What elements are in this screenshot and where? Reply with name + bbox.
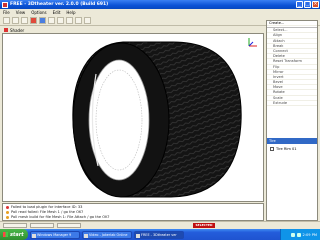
taskbar-item-active[interactable]: FREE - 3Dtheater ver (134, 230, 184, 239)
save-icon[interactable] (21, 17, 28, 24)
taskbar: start Windows Manager 9 Video - Jokerlab… (0, 229, 320, 240)
log-text: Poll mesh build for file Mesh 1: File At… (11, 215, 110, 219)
start-label: start (10, 231, 24, 238)
warning-icon (6, 211, 9, 214)
taskbar-item[interactable]: Windows Manager 9 (30, 230, 80, 239)
viewport-close-icon[interactable] (4, 28, 8, 32)
windows-logo-icon (3, 232, 8, 237)
menu-help[interactable]: Help (66, 10, 75, 15)
menu-file[interactable]: File (3, 10, 10, 15)
error-icon (6, 206, 9, 209)
taskbar-item[interactable]: Video - Jokerlab Online (82, 230, 132, 239)
tire-model (72, 41, 242, 198)
status-field (30, 223, 54, 228)
status-bar: SELECTED MODE (0, 221, 320, 232)
panel-header: Tire (267, 138, 317, 144)
pan-icon[interactable] (75, 17, 82, 24)
volume-icon[interactable] (296, 232, 301, 237)
visibility-checkbox[interactable] (270, 147, 274, 151)
start-button[interactable]: start (0, 229, 28, 240)
side-panel: Create... Select... Align Attach Break C… (266, 20, 318, 221)
warning-icon (6, 216, 9, 219)
scale-tool-icon[interactable] (57, 17, 64, 24)
message-log: Failed to load plugin for interface ID: … (2, 203, 264, 221)
move-tool-icon[interactable] (39, 17, 46, 24)
axis-gizmo-icon (248, 38, 257, 47)
clock[interactable]: 2:09 PM (303, 233, 317, 237)
selected-mode-badge[interactable]: SELECTED MODE (193, 223, 215, 232)
menu-edit[interactable]: Edit (53, 10, 61, 15)
window-title: FREE - 3Dtheater ver. 2.0.0 (Build 691) (10, 2, 109, 7)
status-field (57, 223, 81, 228)
context-menu: Create... Select... Align Attach Break C… (267, 21, 317, 106)
tree-item-label: Tire Rim 01 (276, 147, 297, 151)
status-field (3, 223, 27, 228)
minimize-button[interactable]: _ (296, 1, 303, 8)
tree-item[interactable]: Tire Rim 01 (267, 146, 317, 152)
open-folder-icon[interactable] (12, 17, 19, 24)
maximize-button[interactable]: □ (304, 1, 311, 8)
window-controls: _ □ × (296, 1, 319, 8)
menu-item-extrude[interactable]: Extrude (267, 101, 317, 106)
select-tool-icon[interactable] (30, 17, 37, 24)
menu-view[interactable]: View (16, 10, 26, 15)
log-line: Poll mesh build for file Mesh 1: File At… (6, 215, 260, 220)
title-bar: FREE - 3Dtheater ver. 2.0.0 (Build 691) … (0, 0, 320, 9)
3d-viewport[interactable] (2, 33, 264, 202)
viewport-tab-label: Shader (10, 27, 25, 33)
render-icon[interactable] (84, 17, 91, 24)
system-tray: 2:09 PM (280, 229, 320, 240)
new-file-icon[interactable] (3, 17, 10, 24)
menu-bar: File View Options Edit Help (0, 9, 320, 16)
app-icon (2, 1, 8, 8)
close-button[interactable]: × (312, 1, 319, 8)
network-icon[interactable] (290, 232, 295, 237)
menu-options[interactable]: Options (31, 10, 46, 15)
zoom-icon[interactable] (66, 17, 73, 24)
rotate-tool-icon[interactable] (48, 17, 55, 24)
